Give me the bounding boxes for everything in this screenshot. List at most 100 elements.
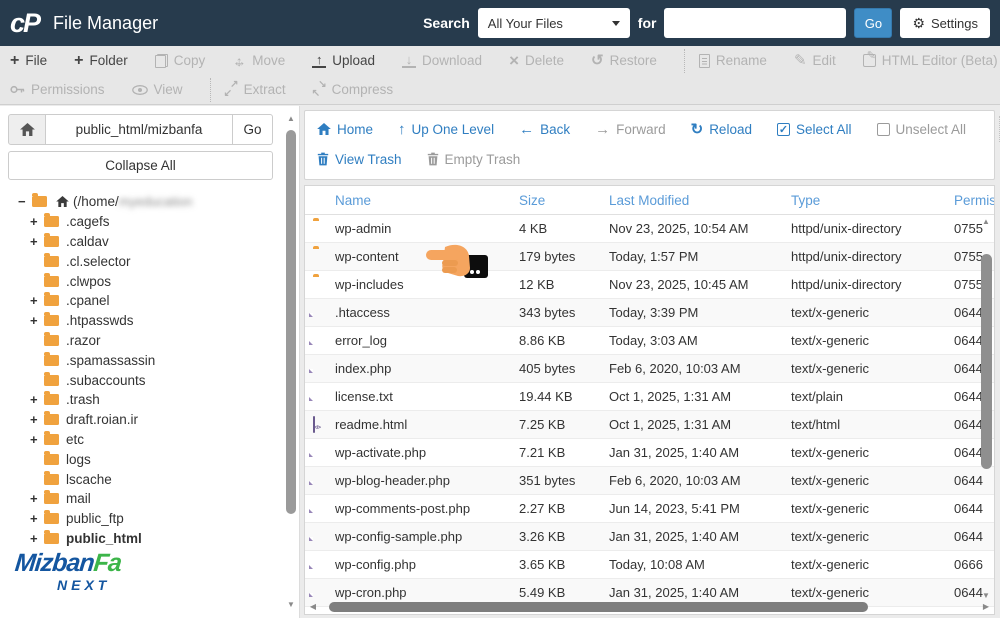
file-name[interactable]: readme.html (335, 417, 519, 432)
expand-toggle[interactable]: + (30, 234, 44, 249)
collapse-toggle[interactable]: − (18, 194, 32, 209)
up-one-level-button[interactable]: Up One Level (398, 122, 495, 137)
tree-item[interactable]: + .htpasswds (0, 311, 299, 331)
file-name[interactable]: .htaccess (335, 305, 519, 320)
column-header-permissions[interactable]: Permissions (954, 193, 994, 208)
scroll-down-icon[interactable]: ▼ (980, 591, 992, 601)
tree-item[interactable]: .razor (0, 331, 299, 351)
tree-root-item[interactable]: − (/home/ myeducation (0, 192, 299, 212)
scroll-down-icon[interactable]: ▼ (285, 600, 297, 610)
table-row-index-php[interactable]: index.php 405 bytes Feb 6, 2020, 10:03 AM t… (305, 355, 994, 383)
tree-item[interactable]: + .trash (0, 390, 299, 410)
tree-item[interactable]: .clwpos (0, 271, 299, 291)
empty-trash-button[interactable]: Empty Trash (427, 152, 520, 167)
tree-item[interactable]: + .cpanel (0, 291, 299, 311)
table-row-readme-html[interactable]: readme.html7.25 KB Oct 1, 2025, 1:31 AM te… (305, 411, 994, 439)
file-name[interactable]: wp-cron.php (335, 585, 519, 600)
select-all-button[interactable]: ✓ Select All (776, 122, 852, 137)
scroll-up-icon[interactable]: ▲ (285, 114, 297, 124)
table-row-wp-config[interactable]: wp-config.php 3.65 KB Today, 10:08 AM text/… (305, 551, 994, 579)
extract-button[interactable]: Extract (224, 80, 286, 99)
table-hscroll-thumb[interactable] (329, 602, 868, 612)
reload-button[interactable]: Reload (691, 122, 752, 137)
table-row-wp-activate[interactable]: wp-activate.php 7.21 KB Jan 31, 2025, 1:40… (305, 439, 994, 467)
expand-toggle[interactable]: + (30, 491, 44, 506)
column-header-size[interactable]: Size (519, 193, 609, 208)
search-scope-select[interactable]: All Your Files (477, 8, 630, 38)
sidebar-scroll-thumb[interactable] (286, 130, 296, 514)
tree-item[interactable]: + etc (0, 430, 299, 450)
file-name[interactable]: index.php (335, 361, 519, 376)
table-row-wp-includes[interactable]: wp-includes 12 KB Nov 23, 2025, 10:45 AM ht… (305, 271, 994, 299)
tree-item[interactable]: .subaccounts (0, 370, 299, 390)
table-horizontal-scrollbar[interactable]: ◀ ▶ (307, 601, 992, 613)
restore-button[interactable]: Restore (591, 53, 657, 68)
file-name[interactable]: wp-config-sample.php (335, 529, 519, 544)
forward-button[interactable]: Forward (595, 122, 666, 137)
expand-toggle[interactable]: + (30, 531, 44, 546)
tree-item[interactable]: + mail (0, 489, 299, 509)
tree-item[interactable]: logs (0, 449, 299, 469)
table-row-license-txt[interactable]: license.txt 19.44 KB Oct 1, 2025, 1:31 AM t… (305, 383, 994, 411)
settings-button[interactable]: ⚙ Settings (900, 8, 990, 38)
file-name[interactable]: error_log (335, 333, 519, 348)
permissions-button[interactable]: Permissions (10, 82, 105, 97)
home-path-button[interactable] (8, 114, 46, 145)
edit-button[interactable]: Edit (794, 53, 836, 68)
search-input[interactable] (664, 8, 847, 38)
tree-item[interactable]: .spamassassin (0, 350, 299, 370)
file-name[interactable]: wp-comments-post.php (335, 501, 519, 516)
table-row-wp-comments-post[interactable]: wp-comments-post.php 2.27 KB Jun 14, 2023,… (305, 495, 994, 523)
tree-item[interactable]: + .caldav (0, 232, 299, 252)
folder-button[interactable]: Folder (74, 53, 127, 69)
tree-item[interactable]: + public_ftp (0, 509, 299, 529)
tree-item[interactable]: + .cagefs (0, 212, 299, 232)
file-name[interactable]: wp-admin (335, 221, 519, 236)
download-button[interactable]: Download (402, 53, 482, 68)
expand-toggle[interactable]: + (30, 511, 44, 526)
rename-button[interactable]: Rename (698, 53, 767, 68)
file-button[interactable]: File (10, 53, 47, 69)
file-name[interactable]: wp-includes (335, 277, 519, 292)
file-name[interactable]: wp-content (335, 249, 519, 264)
tree-item[interactable]: lscache (0, 469, 299, 489)
expand-toggle[interactable]: + (30, 293, 44, 308)
column-header-last-modified[interactable]: Last Modified (609, 193, 791, 208)
view-button[interactable]: View (131, 82, 183, 97)
table-row-wp-content[interactable]: wp-content 179 bytes Today, 1:57 PM httpd/u… (305, 243, 994, 271)
file-name[interactable]: wp-blog-header.php (335, 473, 519, 488)
expand-toggle[interactable]: + (30, 432, 44, 447)
scroll-up-icon[interactable]: ▲ (980, 217, 992, 227)
scroll-right-icon[interactable]: ▶ (980, 602, 992, 612)
file-name[interactable]: wp-activate.php (335, 445, 519, 460)
path-input[interactable] (46, 114, 233, 145)
table-row-wp-config-sample[interactable]: wp-config-sample.php 3.26 KB Jan 31, 2025,… (305, 523, 994, 551)
expand-toggle[interactable]: + (30, 313, 44, 328)
upload-button[interactable]: Upload (312, 53, 375, 68)
sidebar-scrollbar[interactable]: ▲ ▼ (285, 114, 297, 610)
table-row-htaccess[interactable]: .htaccess 343 bytes Today, 3:39 PM text/x-g… (305, 299, 994, 327)
cpanel-logo[interactable]: cP File Manager (10, 8, 158, 39)
compress-button[interactable]: Compress (312, 80, 394, 99)
table-row-wp-blog-header[interactable]: wp-blog-header.php 351 bytes Feb 6, 2020, … (305, 467, 994, 495)
view-trash-button[interactable]: View Trash (317, 152, 402, 167)
tree-item[interactable]: + draft.roian.ir (0, 410, 299, 430)
tree-item[interactable]: .cl.selector (0, 251, 299, 271)
copy-button[interactable]: Copy (154, 53, 205, 68)
file-name[interactable]: wp-config.php (335, 557, 519, 572)
column-header-type[interactable]: Type (791, 193, 954, 208)
table-vertical-scrollbar[interactable]: ▲ ▼ (980, 217, 993, 601)
column-header-name[interactable]: Name (335, 193, 519, 208)
delete-button[interactable]: Delete (509, 52, 564, 69)
expand-toggle[interactable]: + (30, 392, 44, 407)
home-button[interactable]: Home (317, 122, 373, 137)
html-editor-button[interactable]: HTML Editor (Beta) (862, 51, 998, 68)
collapse-all-button[interactable]: Collapse All (8, 151, 273, 180)
move-button[interactable]: Move (232, 53, 285, 68)
back-button[interactable]: Back (519, 122, 570, 137)
tree-item-public-html[interactable]: + public_html (0, 529, 299, 549)
expand-toggle[interactable]: + (30, 214, 44, 229)
file-name[interactable]: license.txt (335, 389, 519, 404)
scroll-left-icon[interactable]: ◀ (307, 602, 319, 612)
search-go-button[interactable]: Go (854, 8, 893, 38)
